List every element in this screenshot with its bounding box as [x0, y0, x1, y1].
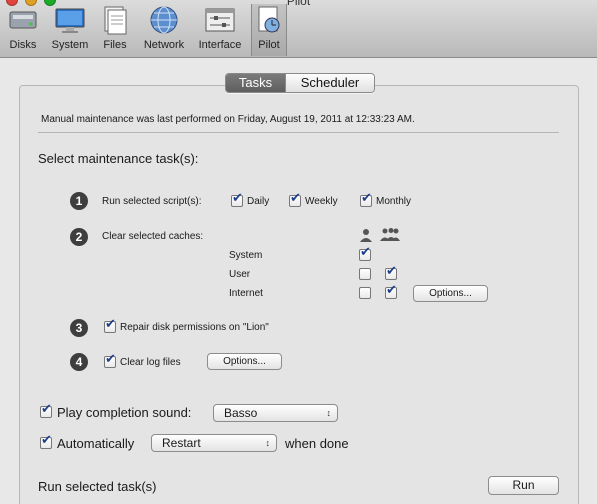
network-icon — [147, 4, 181, 36]
popup-arrows-icon: ↕ — [326, 408, 332, 418]
monthly-checkbox[interactable] — [360, 191, 372, 207]
cache-internet-user-checkbox[interactable] — [359, 287, 371, 299]
auto-action-value: Restart — [162, 436, 201, 450]
interface-icon — [203, 4, 237, 36]
clear-logs-checkbox[interactable] — [104, 352, 116, 368]
popup-arrows-icon: ↕ — [265, 438, 271, 448]
task2-label: Clear selected caches: — [102, 231, 204, 242]
completion-sound-value: Basso — [224, 406, 258, 420]
completion-sound-label: Play completion sound: — [57, 405, 192, 420]
auto-action-suffix: when done — [285, 436, 349, 451]
system-icon — [53, 4, 87, 36]
toolbar-item-network[interactable]: Network — [139, 4, 189, 56]
tab-scheduler[interactable]: Scheduler — [285, 74, 374, 92]
daily-label: Daily — [247, 196, 270, 207]
tab-control: Tasks Scheduler — [225, 73, 375, 93]
toolbar-item-system[interactable]: System — [48, 4, 92, 56]
disks-icon — [6, 4, 40, 36]
completion-sound-checkbox[interactable] — [40, 402, 52, 418]
toolbar-label: Files — [103, 39, 127, 51]
toolbar-label: Interface — [198, 39, 242, 51]
repair-permissions-label: Repair disk permissions on "Lion" — [120, 322, 269, 333]
cache-user-label: User — [229, 269, 251, 280]
toolbar-item-pilot[interactable]: Pilot — [251, 4, 287, 56]
cache-system-checkbox[interactable] — [359, 245, 371, 261]
toolbar-label: System — [51, 39, 89, 51]
task-number-1: 1 — [70, 192, 88, 210]
clear-logs-label: Clear log files — [120, 357, 181, 368]
weekly-label: Weekly — [305, 196, 338, 207]
multiple-users-icon — [380, 227, 400, 246]
auto-action-select[interactable]: Restart ↕ — [151, 434, 277, 452]
monthly-label: Monthly — [376, 196, 412, 207]
run-button[interactable]: Run — [488, 476, 559, 495]
tab-tasks[interactable]: Tasks — [226, 74, 285, 92]
repair-permissions-checkbox[interactable] — [104, 317, 116, 333]
daily-checkbox[interactable] — [231, 191, 243, 207]
task-number-3: 3 — [70, 319, 88, 337]
auto-action-label: Automatically — [57, 436, 135, 451]
auto-action-checkbox[interactable] — [40, 433, 52, 449]
divider — [38, 132, 559, 133]
task1-label: Run selected script(s): — [102, 196, 202, 207]
task-number-2: 2 — [70, 228, 88, 246]
pilot-icon — [252, 4, 286, 36]
cache-internet-all-checkbox[interactable] — [385, 283, 397, 299]
completion-sound-select[interactable]: Basso ↕ — [213, 404, 338, 422]
cache-system-label: System — [229, 250, 263, 261]
task-number-4: 4 — [70, 353, 88, 371]
toolbar-item-files[interactable]: Files — [98, 4, 132, 56]
toolbar-label: Network — [143, 39, 185, 51]
caches-options-button[interactable]: Options... — [413, 285, 488, 302]
logs-options-button[interactable]: Options... — [207, 353, 282, 370]
run-tasks-label: Run selected task(s) — [38, 479, 157, 494]
toolbar: Pilot Disks System Files Network Interfa… — [0, 0, 597, 58]
toolbar-item-disks[interactable]: Disks — [4, 4, 42, 56]
toolbar-label: Disks — [9, 39, 37, 51]
toolbar-item-interface[interactable]: Interface — [195, 4, 245, 56]
last-maintenance-status: Manual maintenance was last performed on… — [41, 114, 415, 125]
files-icon — [98, 4, 132, 36]
cache-internet-label: Internet — [229, 288, 263, 299]
toolbar-label: Pilot — [258, 39, 280, 51]
cache-user-all-checkbox[interactable] — [385, 264, 397, 280]
section-heading: Select maintenance task(s): — [38, 151, 199, 166]
weekly-checkbox[interactable] — [289, 191, 301, 207]
cache-user-user-checkbox[interactable] — [359, 268, 371, 280]
